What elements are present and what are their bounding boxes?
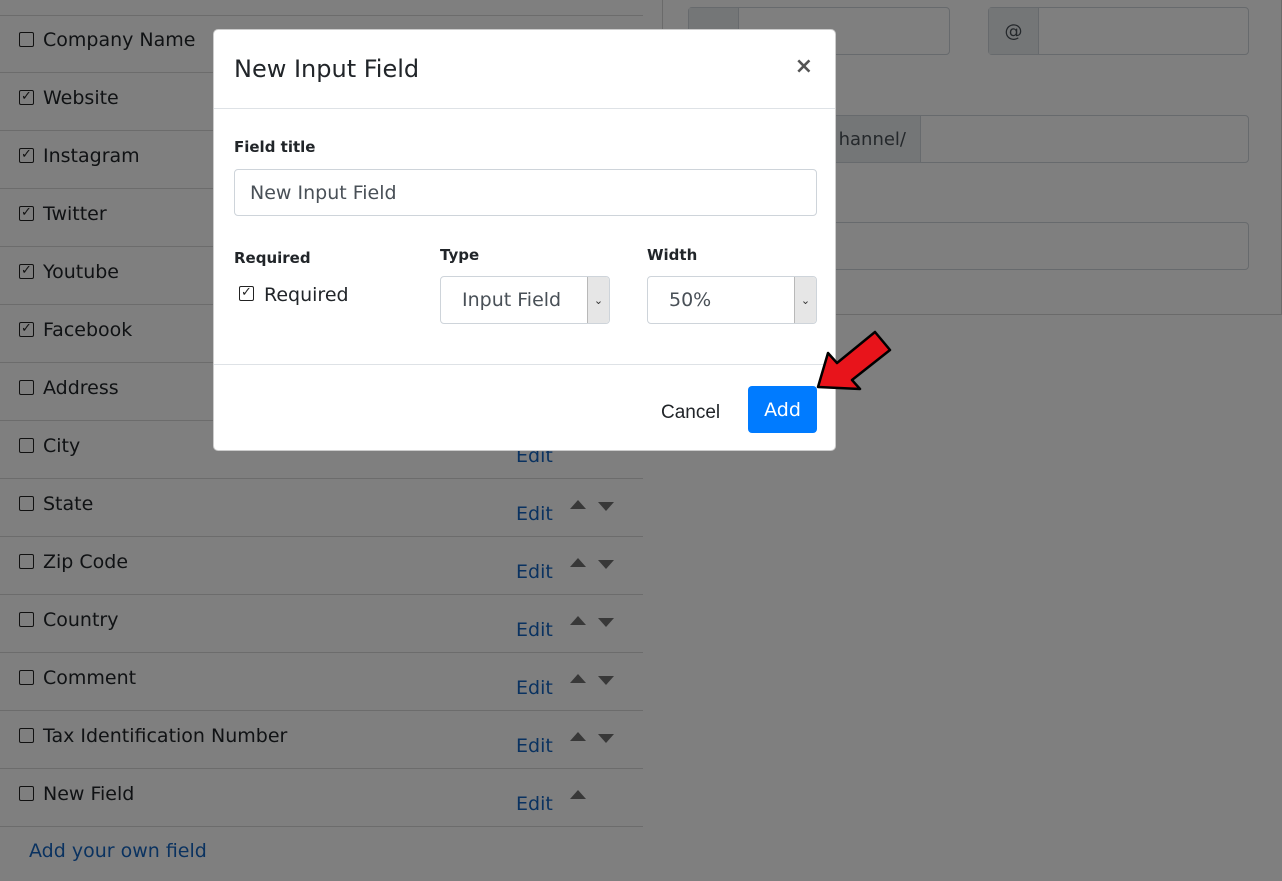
chevron-down-icon: ⌄ [587,277,609,323]
width-select[interactable]: 50% ⌄ [647,276,817,324]
red-arrow-shape [816,330,892,391]
close-icon[interactable]: × [795,56,813,78]
cancel-button[interactable]: Cancel [655,401,726,425]
required-checkbox[interactable]: ✓ [239,286,254,301]
field-title-label: Field title [234,138,316,156]
type-label: Type [440,246,480,264]
red-arrow-pointer-icon [816,330,892,391]
field-title-input[interactable] [234,169,817,216]
required-checkbox-label[interactable]: Required [264,284,349,306]
chevron-down-icon: ⌄ [794,277,816,323]
new-input-field-modal: New Input Field × Field title Required ✓… [213,29,836,451]
add-button[interactable]: Add [748,386,817,433]
modal-header: New Input Field × [214,30,835,109]
modal-footer: Cancel Add [214,364,835,452]
required-label: Required [234,249,311,267]
modal-title: New Input Field [234,55,420,83]
type-select[interactable]: Input Field ⌄ [440,276,610,324]
width-label: Width [647,246,698,264]
width-select-value: 50% [669,289,712,311]
type-select-value: Input Field [462,289,562,311]
